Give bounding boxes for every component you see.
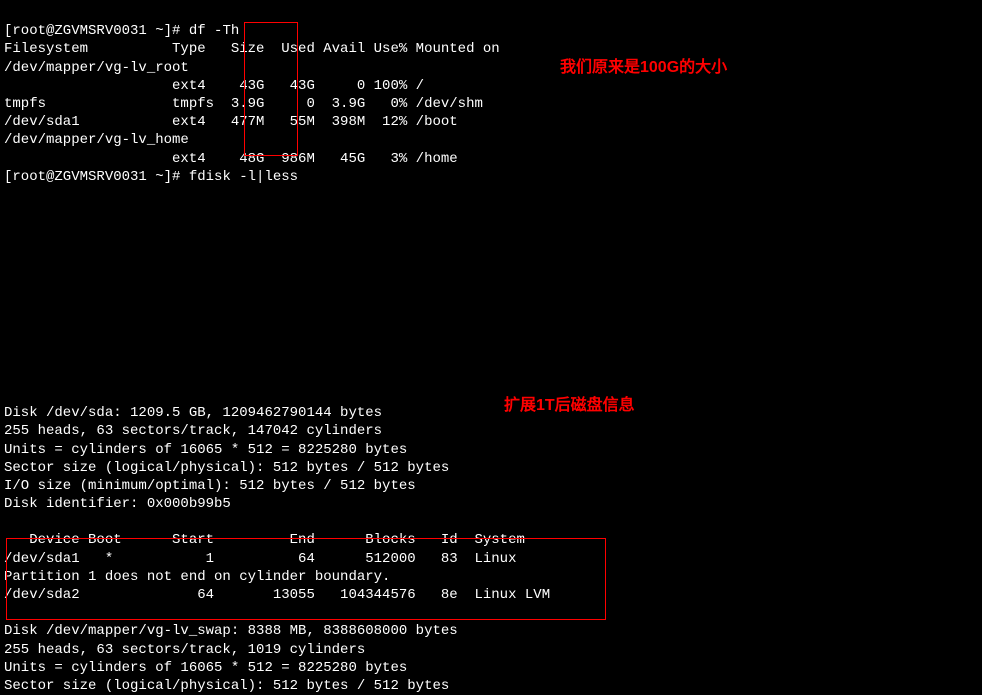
- blank-line: [4, 296, 12, 312]
- df-header: Filesystem Type Size Used Avail Use% Mou…: [4, 41, 500, 57]
- fdisk-swap-line: 255 heads, 63 sectors/track, 1019 cylind…: [4, 642, 365, 658]
- fdisk-sda-line: Disk /dev/sda: 1209.5 GB, 1209462790144 …: [4, 405, 382, 421]
- blank-line: [4, 260, 12, 276]
- annotation-original-size: 我们原来是100G的大小: [560, 58, 727, 79]
- prompt: [root@ZGVMSRV0031 ~]#: [4, 169, 180, 185]
- blank-line: [4, 605, 12, 621]
- blank-line: [4, 369, 12, 385]
- fdisk-sda-line: 255 heads, 63 sectors/track, 147042 cyli…: [4, 423, 382, 439]
- fdisk-swap-line: Units = cylinders of 16065 * 512 = 82252…: [4, 660, 407, 676]
- blank-line: [4, 314, 12, 330]
- blank-line: [4, 332, 12, 348]
- blank-line: [4, 278, 12, 294]
- annotation-after-expand: 扩展1T后磁盘信息: [504, 396, 635, 417]
- df-row: /dev/mapper/vg-lv_home: [4, 132, 189, 148]
- fdisk-sda-line: Disk identifier: 0x000b99b5: [4, 496, 231, 512]
- prompt-line-1: [root@ZGVMSRV0031 ~]# df -Th: [4, 23, 239, 39]
- partition-table-row: /dev/sda2 64 13055 104344576 8e Linux LV…: [4, 587, 550, 603]
- blank-line: [4, 514, 12, 530]
- prompt-line-2: [root@ZGVMSRV0031 ~]# fdisk -l|less: [4, 169, 298, 185]
- df-row: ext4 43G 43G 0 100% /: [4, 78, 424, 94]
- df-row: /dev/mapper/vg-lv_root: [4, 60, 189, 76]
- command: fdisk -l|less: [189, 169, 298, 185]
- blank-line: [4, 351, 12, 367]
- blank-line: [4, 241, 12, 257]
- fdisk-swap-line: Disk /dev/mapper/vg-lv_swap: 8388 MB, 83…: [4, 623, 458, 639]
- terminal-output: [root@ZGVMSRV0031 ~]# df -Th Filesystem …: [4, 4, 978, 695]
- fdisk-sda-line: Units = cylinders of 16065 * 512 = 82252…: [4, 442, 407, 458]
- blank-line: [4, 387, 12, 403]
- partition-table-header: Device Boot Start End Blocks Id System: [4, 532, 525, 548]
- df-row: tmpfs tmpfs 3.9G 0 3.9G 0% /dev/shm: [4, 96, 483, 112]
- partition-table-row: /dev/sda1 * 1 64 512000 83 Linux: [4, 551, 516, 567]
- fdisk-sda-line: I/O size (minimum/optimal): 512 bytes / …: [4, 478, 416, 494]
- df-row: ext4 48G 986M 45G 3% /home: [4, 151, 458, 167]
- fdisk-swap-line: Sector size (logical/physical): 512 byte…: [4, 678, 449, 694]
- partition-table-row: Partition 1 does not end on cylinder bou…: [4, 569, 390, 585]
- blank-line: [4, 187, 12, 203]
- blank-line: [4, 223, 12, 239]
- prompt: [root@ZGVMSRV0031 ~]#: [4, 23, 180, 39]
- blank-line: [4, 205, 12, 221]
- fdisk-sda-line: Sector size (logical/physical): 512 byte…: [4, 460, 449, 476]
- df-row: /dev/sda1 ext4 477M 55M 398M 12% /boot: [4, 114, 458, 130]
- command: df -Th: [189, 23, 239, 39]
